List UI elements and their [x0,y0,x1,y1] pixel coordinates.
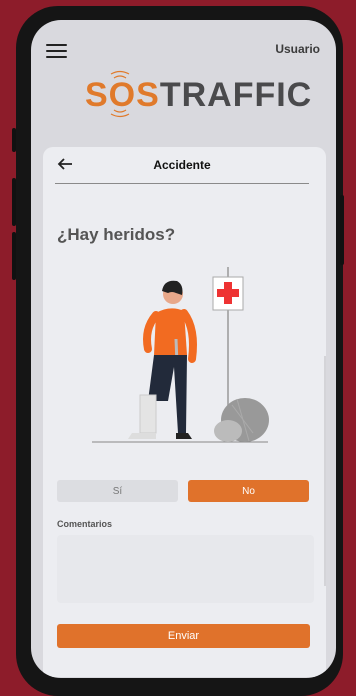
page-title: Accidente [153,158,211,172]
answer-yes-button[interactable]: Sí [57,480,178,502]
comments-label: Comentarios [57,519,113,529]
phone-side-button [12,128,16,152]
card-header: Accidente [55,147,309,184]
user-menu[interactable]: Usuario [275,42,320,56]
answer-no-button[interactable]: No [188,480,309,502]
injured-person-illustration [92,267,269,443]
comments-field[interactable] [57,535,314,603]
hamburger-menu-icon[interactable] [46,44,67,58]
phone-side-button [12,178,16,226]
accident-card: Accidente ¿Hay heridos? Sí No Comentario… [43,147,326,677]
logo-traffic: TRAFFIC [159,76,313,114]
scrollbar[interactable] [324,356,326,586]
phone-side-button [12,232,16,280]
app-logo: SOSTRAFFIC [85,66,311,124]
submit-button[interactable]: Enviar [57,624,310,648]
question-heading: ¿Hay heridos? [57,225,176,244]
logo-text: SOSTRAFFIC [85,76,312,115]
logo-sos: SOS [85,76,160,114]
app-screen: Usuario SOSTRAFFIC Accidente ¿Hay herido… [31,20,336,678]
phone-side-button [340,195,344,265]
